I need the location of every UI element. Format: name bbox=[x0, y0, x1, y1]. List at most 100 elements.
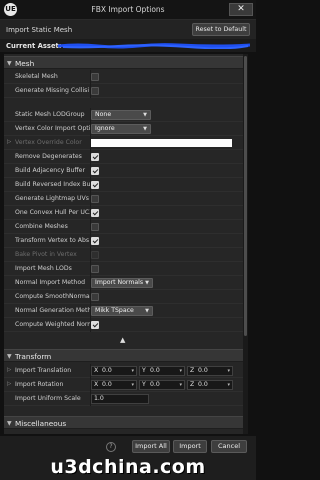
row-label: Vertex Color Import Opti bbox=[15, 125, 91, 132]
row-import-mesh-lods: Import Mesh LODs bbox=[4, 262, 243, 276]
generate-missing-collision-checkbox[interactable] bbox=[91, 87, 99, 95]
scrollbar[interactable] bbox=[243, 54, 248, 434]
row-label: Build Reversed Index Buf bbox=[15, 181, 91, 188]
bake-pivot-checkbox bbox=[91, 251, 99, 259]
dialog-footer: ? Import All Import Cancel u3dchina.com bbox=[0, 436, 256, 480]
section-transform-label: Transform bbox=[15, 352, 52, 361]
row-label: One Convex Hull Per UCX bbox=[15, 209, 91, 216]
help-icon[interactable]: ? bbox=[106, 442, 116, 452]
expand-arrow-icon[interactable]: ▷ bbox=[7, 381, 11, 387]
translation-z-field[interactable]: Z 0.0 ▾ bbox=[187, 366, 233, 376]
skeletal-mesh-checkbox[interactable] bbox=[91, 73, 99, 81]
collapse-arrow-icon: ▼ bbox=[7, 353, 12, 360]
dialog-header: Import Static Mesh Reset to Default Curr… bbox=[0, 20, 256, 52]
import-button[interactable]: Import bbox=[173, 440, 207, 453]
redacted-asset-path bbox=[58, 43, 250, 49]
row-vertex-color-import: Vertex Color Import Opti Ignore ▼ bbox=[4, 122, 243, 136]
lod-group-dropdown[interactable]: None ▼ bbox=[91, 110, 151, 120]
scrollbar-thumb[interactable] bbox=[244, 56, 247, 336]
compute-weighted-normals-checkbox[interactable] bbox=[91, 321, 99, 329]
combine-meshes-checkbox[interactable] bbox=[91, 223, 99, 231]
row-label: Remove Degenerates bbox=[15, 153, 82, 160]
row-normal-generation-method: Normal Generation Meth Mikk TSpace ▼ bbox=[4, 304, 243, 318]
collapse-advanced-icon[interactable]: ▲ bbox=[120, 336, 125, 344]
row-compute-smooth-normal: Compute SmoothNormal bbox=[4, 290, 243, 304]
advanced-toggle[interactable]: ▲ bbox=[4, 335, 243, 345]
reset-to-default-button[interactable]: Reset to Default bbox=[192, 23, 250, 36]
generate-lightmap-uvs-checkbox[interactable] bbox=[91, 195, 99, 203]
row-generate-missing-collision: Generate Missing Collisi bbox=[4, 84, 243, 98]
row-label: Static Mesh LODGroup bbox=[15, 111, 85, 118]
row-normal-import-method: Normal Import Method Import Normals ▼ bbox=[4, 276, 243, 290]
current-asset-label: Current Asset: bbox=[6, 42, 62, 50]
uniform-scale-field[interactable]: 1.0 bbox=[91, 394, 149, 404]
vertex-color-import-dropdown[interactable]: Ignore ▼ bbox=[91, 124, 151, 134]
row-label: Generate Lightmap UVs bbox=[15, 195, 90, 202]
row-label: Vertex Override Color bbox=[15, 139, 82, 146]
one-convex-hull-checkbox[interactable] bbox=[91, 209, 99, 217]
row-label: Import Uniform Scale bbox=[15, 395, 81, 402]
cancel-button[interactable]: Cancel bbox=[211, 440, 247, 453]
vertex-override-color-swatch[interactable] bbox=[91, 139, 232, 147]
section-transform[interactable]: ▼ Transform bbox=[4, 349, 243, 362]
row-import-rotation: ▷ Import Rotation X 0.0 ▾ Y 0.0 ▾ Z 0.0 ▾ bbox=[4, 378, 243, 392]
title-bar: UE FBX Import Options ✕ bbox=[0, 0, 256, 20]
row-skeletal-mesh: Skeletal Mesh bbox=[4, 70, 243, 84]
row-transform-vertex: Transform Vertex to Abs bbox=[4, 234, 243, 248]
expand-arrow-icon[interactable]: ▷ bbox=[7, 139, 11, 145]
close-button[interactable]: ✕ bbox=[229, 3, 253, 16]
translation-x-field[interactable]: X 0.0 ▾ bbox=[91, 366, 137, 376]
current-asset-row: Current Asset: bbox=[0, 39, 256, 52]
section-miscellaneous[interactable]: ▼ Miscellaneous bbox=[4, 416, 243, 429]
import-all-button[interactable]: Import All bbox=[132, 440, 170, 453]
rotation-y-field[interactable]: Y 0.0 ▾ bbox=[139, 380, 185, 390]
row-generate-lightmap-uvs: Generate Lightmap UVs bbox=[4, 192, 243, 206]
row-label: Transform Vertex to Abs bbox=[15, 237, 90, 244]
row-label: Normal Generation Meth bbox=[15, 307, 91, 314]
build-reversed-index-buffer-checkbox[interactable] bbox=[91, 181, 99, 189]
section-mesh[interactable]: ▼ Mesh bbox=[4, 56, 243, 69]
rotation-x-field[interactable]: X 0.0 ▾ bbox=[91, 380, 137, 390]
row-import-uniform-scale: Import Uniform Scale 1.0 bbox=[4, 392, 243, 406]
row-combine-meshes: Combine Meshes bbox=[4, 220, 243, 234]
row-vertex-override-color: ▷ Vertex Override Color bbox=[4, 136, 243, 150]
normal-import-method-dropdown[interactable]: Import Normals ▼ bbox=[91, 278, 153, 288]
transform-vertex-checkbox[interactable] bbox=[91, 237, 99, 245]
row-label: Import Mesh LODs bbox=[15, 265, 72, 272]
row-label: Bake Pivot in Vertex bbox=[15, 251, 77, 258]
row-build-adjacency-buffer: Build Adjacency Buffer bbox=[4, 164, 243, 178]
row-label: Skeletal Mesh bbox=[15, 73, 58, 80]
watermark-text: u3dchina.com bbox=[50, 456, 206, 478]
dropdown-arrow-icon: ▼ bbox=[145, 280, 149, 286]
row-bake-pivot: Bake Pivot in Vertex bbox=[4, 248, 243, 262]
row-lod-group: Static Mesh LODGroup None ▼ bbox=[4, 108, 243, 122]
translation-y-field[interactable]: Y 0.0 ▾ bbox=[139, 366, 185, 376]
row-label: Import Rotation bbox=[15, 381, 64, 388]
section-miscellaneous-label: Miscellaneous bbox=[15, 419, 67, 428]
normal-generation-method-dropdown[interactable]: Mikk TSpace ▼ bbox=[91, 306, 153, 316]
expand-arrow-icon[interactable]: ▷ bbox=[7, 367, 11, 373]
row-label: Normal Import Method bbox=[15, 279, 86, 286]
row-remove-degenerates: Remove Degenerates bbox=[4, 150, 243, 164]
section-mesh-label: Mesh bbox=[15, 59, 35, 68]
row-compute-weighted-normals: Compute Weighted Norm bbox=[4, 318, 243, 332]
dropdown-arrow-icon: ▼ bbox=[145, 308, 149, 314]
row-label: Compute SmoothNormal bbox=[15, 293, 91, 300]
row-build-reversed-index-buffer: Build Reversed Index Buf bbox=[4, 178, 243, 192]
compute-smooth-normal-checkbox[interactable] bbox=[91, 293, 99, 301]
collapse-arrow-icon: ▼ bbox=[7, 420, 12, 427]
build-adjacency-buffer-checkbox[interactable] bbox=[91, 167, 99, 175]
row-label: Compute Weighted Norm bbox=[15, 321, 91, 328]
row-one-convex-hull: One Convex Hull Per UCX bbox=[4, 206, 243, 220]
import-mesh-lods-checkbox[interactable] bbox=[91, 265, 99, 273]
options-panel[interactable]: ▼ Mesh Skeletal Mesh Generate Missing Co… bbox=[4, 54, 248, 434]
rotation-z-field[interactable]: Z 0.0 ▾ bbox=[187, 380, 233, 390]
remove-degenerates-checkbox[interactable] bbox=[91, 153, 99, 161]
row-label: Combine Meshes bbox=[15, 223, 68, 230]
row-label: Import Translation bbox=[15, 367, 72, 374]
row-label: Build Adjacency Buffer bbox=[15, 167, 86, 174]
row-import-translation: ▷ Import Translation X 0.0 ▾ Y 0.0 ▾ Z 0.0 ▾ bbox=[4, 364, 243, 378]
window-title: FBX Import Options bbox=[91, 5, 165, 14]
import-type-label: Import Static Mesh bbox=[6, 26, 73, 34]
dropdown-arrow-icon: ▼ bbox=[143, 112, 147, 118]
